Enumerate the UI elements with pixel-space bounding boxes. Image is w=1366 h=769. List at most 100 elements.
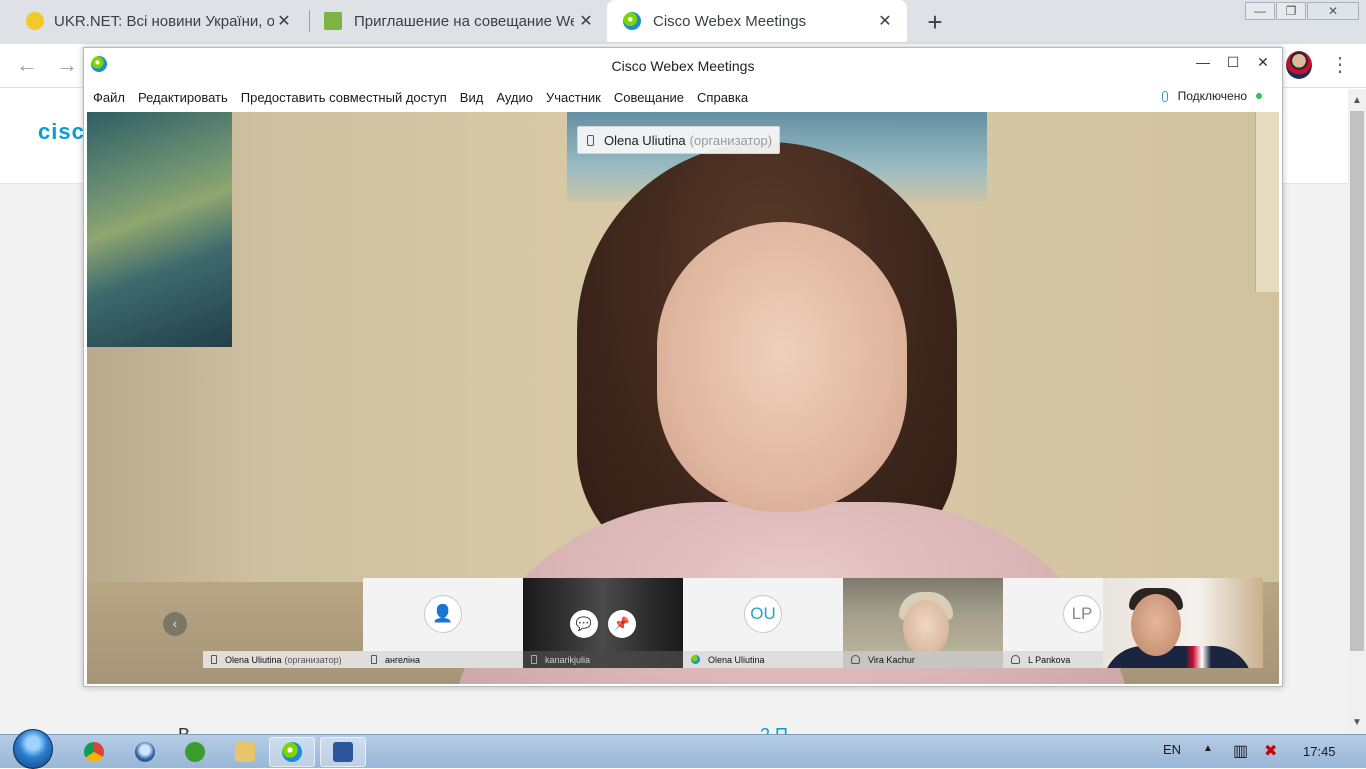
webex-menu-bar: Файл Редактировать Предоставить совместн… [84, 84, 1282, 110]
speaker-role: (организатор) [689, 132, 773, 148]
phone-icon [371, 655, 377, 664]
taskbar-explorer[interactable] [222, 737, 268, 767]
clock[interactable]: 17:45 [1303, 744, 1336, 759]
participant-caption: Olena Uliutina [683, 651, 843, 668]
new-tab-button[interactable]: + [922, 7, 948, 38]
participant-name: Olena Uliutina [708, 654, 765, 665]
menu-edit[interactable]: Редактировать [138, 90, 228, 105]
phone-icon [211, 655, 217, 664]
participant-thumbnail[interactable]: 💬 📌 kanarikjulia [523, 578, 683, 668]
browser-menu-icon[interactable]: ⋮ [1330, 52, 1350, 77]
page-scrollbar[interactable]: ▲ ▼ [1348, 89, 1366, 734]
active-speaker-video[interactable]: Olena Uliutina (организатор) ‹ Olena Uli… [87, 112, 1279, 684]
taskbar-chrome[interactable] [71, 737, 117, 767]
menu-participant[interactable]: Участник [546, 90, 601, 105]
user-placeholder-icon: 👤 [424, 595, 462, 633]
minimize-icon[interactable]: — [1193, 54, 1213, 70]
webex-logo-icon [91, 56, 107, 72]
microphone-icon [1161, 90, 1168, 102]
participant-role: (организатор) [284, 654, 342, 665]
menu-share[interactable]: Предоставить совместный доступ [241, 90, 447, 105]
webex-icon [623, 12, 641, 30]
window-title: Cisco Webex Meetings [611, 58, 755, 74]
word-icon [333, 742, 353, 762]
participant-thumbnail[interactable]: OU Olena Uliutina [683, 578, 843, 668]
utorrent-icon [185, 742, 205, 762]
webex-window: Cisco Webex Meetings — ☐ ✕ Файл Редактир… [83, 47, 1283, 687]
participant-name: Vira Kachur [868, 654, 915, 665]
close-tab-icon[interactable]: ✕ [576, 11, 596, 31]
webex-icon [282, 742, 302, 762]
background-frame [1255, 112, 1279, 292]
participant-video-face [903, 600, 949, 656]
participant-thumbnail[interactable]: Olena Uliutina (организатор) [203, 578, 363, 668]
restore-window-button[interactable]: ❐ [1276, 2, 1306, 20]
speaker-face [657, 222, 907, 512]
headset-icon [851, 655, 860, 664]
participant-name: L Pankova [1028, 654, 1071, 665]
menu-audio[interactable]: Аудио [496, 90, 533, 105]
status-dot-icon [1256, 93, 1262, 99]
browser-tab-strip: UKR.NET: Всі новини України, ос ✕ Пригла… [0, 0, 1366, 44]
participant-thumbnail[interactable]: Vira Kachur [843, 578, 1003, 668]
thunderbird-icon [135, 742, 155, 762]
webex-title-bar: Cisco Webex Meetings [84, 48, 1282, 84]
taskbar-webex[interactable] [269, 737, 315, 767]
headset-icon [1011, 655, 1020, 664]
forward-icon[interactable]: → [56, 52, 78, 78]
maximize-icon[interactable]: ☐ [1223, 54, 1243, 71]
tab-title: Cisco Webex Meetings [653, 12, 807, 30]
scroll-up-icon[interactable]: ▲ [1352, 95, 1362, 106]
volume-icon[interactable]: ✖ [1264, 741, 1277, 761]
self-view-video[interactable] [1103, 578, 1263, 668]
menu-help[interactable]: Справка [697, 90, 748, 105]
previous-participants-icon[interactable]: ‹ [163, 612, 187, 636]
tab-invitation[interactable]: Приглашение на совещание We ✕ [300, 0, 608, 42]
envelope-icon [324, 12, 342, 30]
chat-icon[interactable]: 💬 [570, 610, 598, 638]
scroll-thumb[interactable] [1350, 111, 1364, 651]
taskbar-thunderbird[interactable] [122, 737, 168, 767]
language-indicator[interactable]: EN [1163, 742, 1181, 757]
taskbar-word[interactable] [320, 737, 366, 767]
speaker-name: Olena Uliutina [604, 132, 686, 148]
profile-avatar[interactable] [1286, 51, 1312, 79]
menu-file[interactable]: Файл [93, 90, 125, 105]
phone-icon [587, 134, 594, 146]
self-view-body [1103, 646, 1253, 668]
status-text: Подключено [1177, 89, 1247, 103]
close-tab-icon[interactable]: ✕ [274, 11, 294, 31]
close-window-button[interactable]: ✕ [1307, 2, 1359, 20]
tab-webex[interactable]: Cisco Webex Meetings ✕ [607, 0, 907, 42]
scroll-down-icon[interactable]: ▼ [1352, 717, 1362, 728]
chrome-icon [84, 742, 104, 762]
close-icon[interactable]: ✕ [1253, 54, 1273, 71]
active-speaker-label: Olena Uliutina (организатор) [577, 126, 781, 154]
participant-initials: LP [1063, 595, 1101, 633]
network-icon[interactable]: ▥ [1233, 741, 1248, 761]
menu-meeting[interactable]: Совещание [614, 90, 684, 105]
participant-initials: OU [744, 595, 782, 633]
participant-caption: kanarikjulia [523, 651, 683, 668]
background-painting [87, 112, 232, 347]
tab-ukrnet[interactable]: UKR.NET: Всі новини України, ос ✕ [0, 0, 306, 42]
windows-taskbar: EN ▲ ▥ ✖ 17:45 [0, 729, 1366, 769]
self-view-face [1131, 594, 1181, 656]
taskbar-utorrent[interactable] [172, 737, 218, 767]
menu-view[interactable]: Вид [460, 90, 484, 105]
tab-title: UKR.NET: Всі новини України, ос [54, 12, 274, 30]
pin-icon[interactable]: 📌 [608, 610, 636, 638]
back-icon[interactable]: ← [16, 52, 38, 78]
participant-name: Olena Uliutina [225, 654, 282, 665]
participant-name: kanarikjulia [545, 654, 591, 665]
minimize-window-button[interactable]: — [1245, 2, 1275, 20]
connection-status: Подключено [1161, 89, 1262, 103]
close-tab-icon[interactable]: ✕ [875, 11, 895, 31]
tray-expand-icon[interactable]: ▲ [1203, 743, 1213, 754]
participant-caption: Olena Uliutina (организатор) [203, 651, 363, 668]
webex-audio-icon [691, 655, 700, 664]
participant-thumbnail[interactable]: 👤 ангеліна [363, 578, 523, 668]
participant-name: ангеліна [385, 654, 420, 665]
participant-caption: ангеліна [363, 651, 523, 668]
start-button[interactable] [13, 729, 53, 769]
